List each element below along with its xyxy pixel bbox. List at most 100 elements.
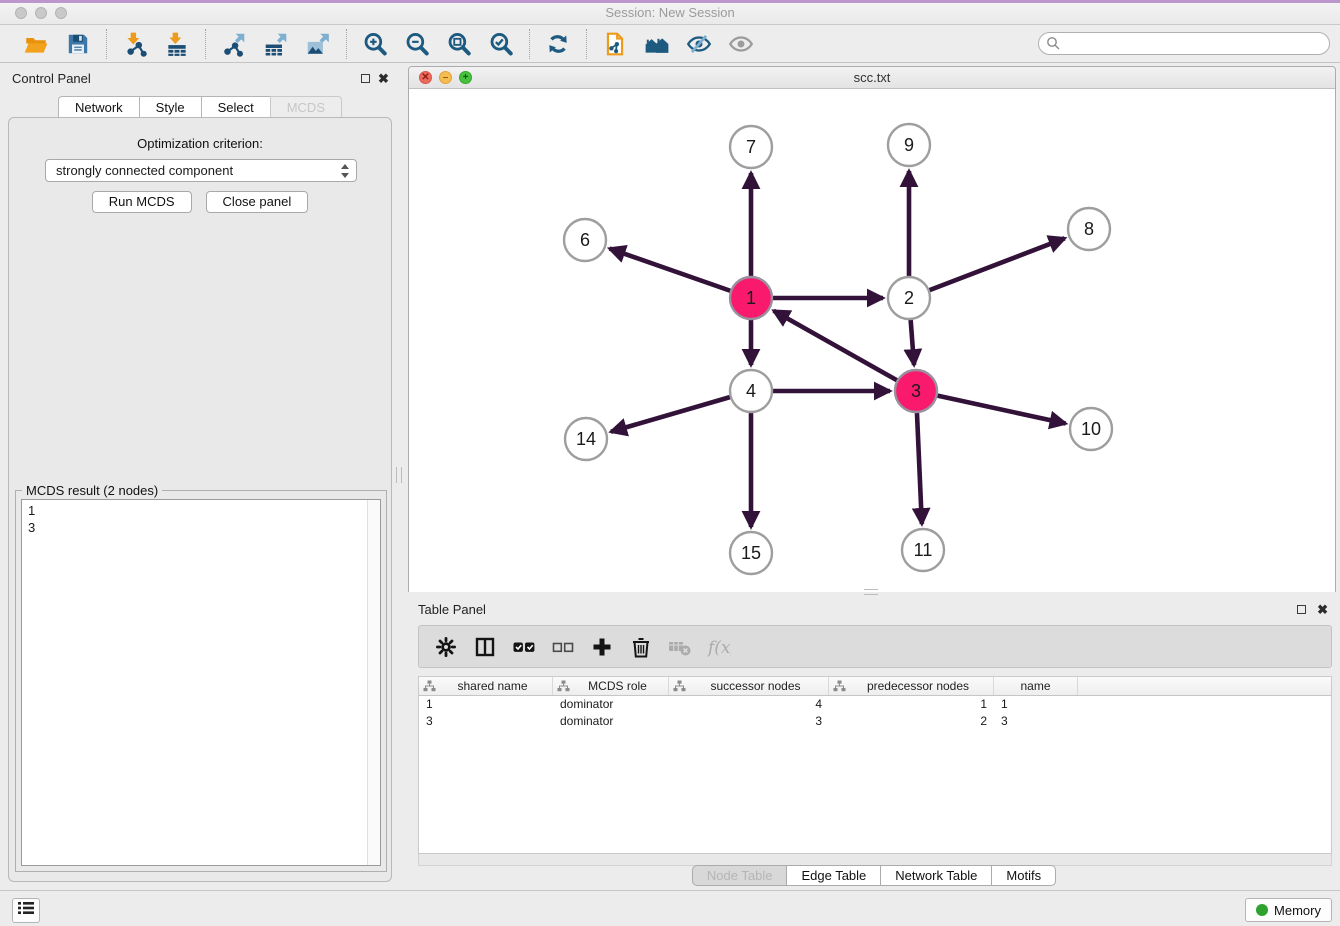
column-header-predecessor-nodes[interactable]: predecessor nodes bbox=[829, 677, 994, 695]
cell-successor-nodes[interactable]: 3 bbox=[669, 713, 829, 730]
float-panel-icon[interactable] bbox=[361, 74, 370, 83]
toolbar-group bbox=[107, 30, 205, 58]
column-header-successor-nodes[interactable]: successor nodes bbox=[669, 677, 829, 695]
svg-text:1: 1 bbox=[746, 288, 756, 308]
graph-node-14[interactable]: 14 bbox=[565, 418, 607, 460]
table-panel: Table Panel ✖ f(x) shared nameMCDS roles… bbox=[408, 597, 1340, 890]
column-header-shared-name[interactable]: shared name bbox=[419, 677, 553, 695]
zoom-out-icon[interactable] bbox=[403, 30, 431, 58]
graph-edge-4-14[interactable] bbox=[611, 397, 730, 432]
memory-button-label: Memory bbox=[1274, 903, 1321, 918]
table-tabs: Node TableEdge TableNetwork TableMotifs bbox=[408, 865, 1340, 886]
tab-network[interactable]: Network bbox=[58, 96, 139, 118]
graph-node-10[interactable]: 10 bbox=[1070, 408, 1112, 450]
graph-node-11[interactable]: 11 bbox=[902, 529, 944, 571]
export-network-icon[interactable] bbox=[220, 30, 248, 58]
gear-icon[interactable] bbox=[433, 634, 459, 660]
cell-successor-nodes[interactable]: 4 bbox=[669, 696, 829, 713]
mcds-buttons-row: Run MCDS Close panel bbox=[9, 191, 391, 213]
folder-open-icon[interactable] bbox=[22, 30, 50, 58]
cell-MCDS-role[interactable]: dominator bbox=[553, 713, 669, 730]
graph-edge-2-3[interactable] bbox=[911, 320, 914, 365]
mcds-result-textarea[interactable]: 13 bbox=[21, 499, 381, 866]
import-network-icon[interactable] bbox=[121, 30, 149, 58]
export-image-icon[interactable] bbox=[304, 30, 332, 58]
window-title: Session: New Session bbox=[0, 5, 1340, 20]
graph-node-9[interactable]: 9 bbox=[888, 124, 930, 166]
criterion-dropdown[interactable]: strongly connected component bbox=[45, 159, 357, 182]
graph-node-7[interactable]: 7 bbox=[730, 126, 772, 168]
toolbar-group bbox=[587, 30, 769, 58]
graph-node-1[interactable]: 1 bbox=[730, 277, 772, 319]
import-table-icon[interactable] bbox=[163, 30, 191, 58]
tab-motifs[interactable]: Motifs bbox=[991, 865, 1056, 886]
svg-text:10: 10 bbox=[1081, 419, 1101, 439]
graph-node-6[interactable]: 6 bbox=[564, 219, 606, 261]
splitter-grip-vertical[interactable] bbox=[396, 467, 402, 483]
mcds-result-groupbox: MCDS result (2 nodes) 13 bbox=[15, 490, 387, 872]
column-header-filler bbox=[1078, 677, 1331, 695]
zoom-in-icon[interactable] bbox=[361, 30, 389, 58]
network-view-window: ✕ – + scc.txt 1234678910111415 bbox=[408, 66, 1336, 592]
graph-node-4[interactable]: 4 bbox=[730, 370, 772, 412]
close-panel-icon[interactable]: ✖ bbox=[378, 71, 389, 87]
network-window-title: scc.txt bbox=[409, 70, 1335, 85]
svg-text:3: 3 bbox=[911, 381, 921, 401]
graph-edge-1-6[interactable] bbox=[610, 249, 731, 291]
export-table-icon[interactable] bbox=[262, 30, 290, 58]
network-canvas[interactable]: 1 2 3 4 6 7 8 9 10 11 14 15 bbox=[409, 89, 1335, 592]
graph-edge-2-8[interactable] bbox=[930, 238, 1065, 290]
table-row-2[interactable]: 3dominator323 bbox=[419, 713, 1331, 730]
table-row-1[interactable]: 1dominator411 bbox=[419, 696, 1331, 713]
graph-node-15[interactable]: 15 bbox=[730, 532, 772, 574]
table-float-panel-icon[interactable] bbox=[1297, 605, 1306, 614]
eye-slash-icon[interactable] bbox=[685, 30, 713, 58]
memory-button[interactable]: Memory bbox=[1245, 898, 1332, 922]
graph-node-2[interactable]: 2 bbox=[888, 277, 930, 319]
tab-network-table[interactable]: Network Table bbox=[880, 865, 991, 886]
cell-MCDS-role[interactable]: dominator bbox=[553, 696, 669, 713]
split-view-icon[interactable] bbox=[472, 634, 498, 660]
tab-select[interactable]: Select bbox=[201, 96, 270, 118]
graph-node-8[interactable]: 8 bbox=[1068, 208, 1110, 250]
cell-shared-name[interactable]: 1 bbox=[419, 696, 553, 713]
zoom-selected-icon[interactable] bbox=[487, 30, 515, 58]
column-header-name[interactable]: name bbox=[994, 677, 1078, 695]
graph-edge-3-1[interactable] bbox=[774, 311, 897, 380]
graph-node-3[interactable]: 3 bbox=[895, 370, 937, 412]
run-mcds-button[interactable]: Run MCDS bbox=[92, 191, 192, 213]
cell-shared-name[interactable]: 3 bbox=[419, 713, 553, 730]
column-header-MCDS-role[interactable]: MCDS role bbox=[553, 677, 669, 695]
deselect-all-icon[interactable] bbox=[550, 634, 576, 660]
graph-edge-3-10[interactable] bbox=[937, 396, 1065, 424]
column-header-label: name bbox=[1020, 679, 1050, 693]
splitter-grip-horizontal[interactable] bbox=[864, 589, 878, 595]
svg-text:2: 2 bbox=[904, 288, 914, 308]
cell-name[interactable]: 1 bbox=[994, 696, 1078, 713]
graph-edge-3-11[interactable] bbox=[917, 413, 922, 524]
zoom-fit-icon[interactable] bbox=[445, 30, 473, 58]
toolbar-group bbox=[530, 30, 586, 58]
homes-icon[interactable] bbox=[643, 30, 671, 58]
column-header-label: MCDS role bbox=[574, 679, 647, 693]
trash-icon[interactable] bbox=[628, 634, 654, 660]
copy-network-icon[interactable] bbox=[601, 30, 629, 58]
search-input[interactable] bbox=[1038, 32, 1330, 55]
add-icon[interactable] bbox=[589, 634, 615, 660]
cell-predecessor-nodes[interactable]: 2 bbox=[829, 713, 994, 730]
cell-name[interactable]: 3 bbox=[994, 713, 1078, 730]
save-icon[interactable] bbox=[64, 30, 92, 58]
application-window: { "window": { "title": "Session: New Ses… bbox=[0, 0, 1340, 926]
table-close-panel-icon[interactable]: ✖ bbox=[1317, 602, 1328, 618]
tab-edge-table[interactable]: Edge Table bbox=[786, 865, 880, 886]
tab-mcds[interactable]: MCDS bbox=[270, 96, 342, 118]
task-history-button[interactable] bbox=[12, 898, 40, 923]
dropdown-spinner-icon bbox=[340, 163, 350, 179]
tab-style[interactable]: Style bbox=[139, 96, 201, 118]
cell-predecessor-nodes[interactable]: 1 bbox=[829, 696, 994, 713]
tab-node-table[interactable]: Node Table bbox=[692, 865, 787, 886]
mcds-result-scrollbar[interactable] bbox=[367, 500, 380, 865]
refresh-icon[interactable] bbox=[544, 30, 572, 58]
close-panel-button[interactable]: Close panel bbox=[206, 191, 309, 213]
select-all-icon[interactable] bbox=[511, 634, 537, 660]
